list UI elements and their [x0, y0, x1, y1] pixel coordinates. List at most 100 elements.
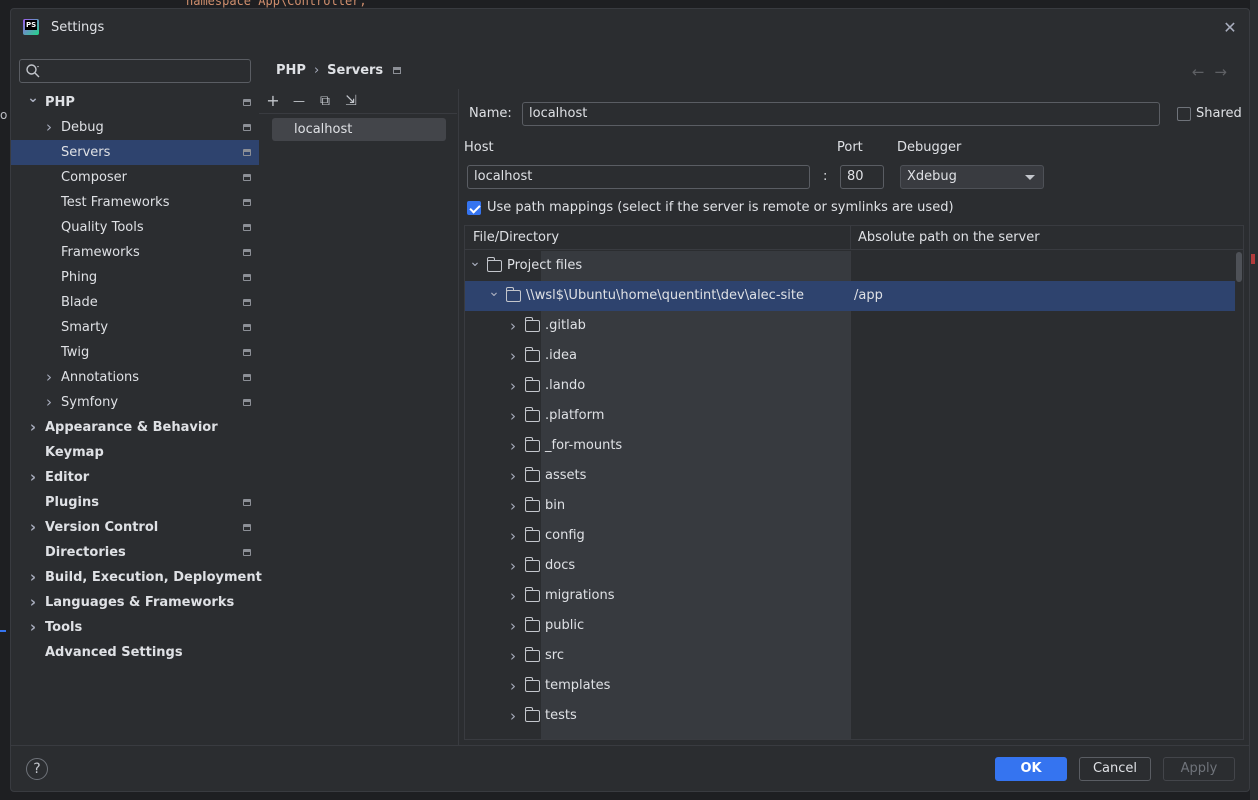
- settings-tree-item[interactable]: Servers: [11, 140, 259, 165]
- folder-icon: [524, 407, 540, 422]
- settings-search[interactable]: [19, 59, 251, 83]
- table-row[interactable]: ⌄ Project files: [465, 251, 1235, 281]
- column-server-path[interactable]: Absolute path on the server: [851, 226, 1040, 250]
- chevron-down-icon[interactable]: ⌄: [488, 277, 500, 307]
- close-icon[interactable]: ✕: [1221, 19, 1239, 37]
- chevron-right-icon[interactable]: ›: [43, 115, 55, 140]
- chevron-right-icon[interactable]: ›: [27, 465, 39, 490]
- chevron-right-icon[interactable]: ›: [507, 461, 519, 491]
- chevron-right-icon[interactable]: ›: [507, 431, 519, 461]
- table-row[interactable]: › templates: [465, 671, 1235, 701]
- settings-tree-item[interactable]: Smarty: [11, 315, 259, 340]
- table-row[interactable]: › src: [465, 641, 1235, 671]
- chevron-down-icon[interactable]: ⌄: [27, 86, 39, 111]
- settings-tree-label: Appearance & Behavior: [45, 420, 218, 435]
- port-field[interactable]: 80: [840, 165, 884, 189]
- help-button[interactable]: ?: [26, 758, 48, 780]
- settings-tree-item[interactable]: Quality Tools: [11, 215, 259, 240]
- server-item-localhost[interactable]: localhost: [272, 118, 446, 141]
- chevron-right-icon[interactable]: ›: [507, 671, 519, 701]
- table-row[interactable]: ⌄ \\wsl$\Ubuntu\home\quentint\dev\alec-si…: [465, 281, 1235, 311]
- search-input[interactable]: [44, 62, 244, 80]
- table-row[interactable]: › .gitlab: [465, 311, 1235, 341]
- chevron-right-icon[interactable]: ›: [507, 581, 519, 611]
- chevron-right-icon[interactable]: ›: [507, 341, 519, 371]
- add-icon[interactable]: +: [263, 91, 283, 111]
- table-row[interactable]: › .lando: [465, 371, 1235, 401]
- name-label: Name:: [469, 106, 512, 121]
- settings-tree-item[interactable]: Directories: [11, 540, 259, 565]
- chevron-right-icon[interactable]: ›: [507, 641, 519, 671]
- chevron-right-icon[interactable]: ›: [507, 611, 519, 641]
- back-arrow-icon[interactable]: ←: [1192, 63, 1205, 81]
- chevron-right-icon[interactable]: ›: [43, 365, 55, 390]
- folder-icon: [524, 497, 540, 512]
- chevron-right-icon[interactable]: ›: [27, 415, 39, 440]
- settings-tree-item[interactable]: Plugins: [11, 490, 259, 515]
- settings-tree-item[interactable]: Test Frameworks: [11, 190, 259, 215]
- chevron-right-icon[interactable]: ›: [27, 565, 39, 590]
- directory-name: tests: [545, 708, 577, 723]
- table-row[interactable]: › tests: [465, 701, 1235, 731]
- settings-tree-item[interactable]: ⌄ PHP: [11, 90, 259, 115]
- debugger-select[interactable]: Xdebug: [900, 165, 1044, 189]
- chevron-down-icon[interactable]: ⌄: [469, 247, 481, 277]
- settings-tree-item[interactable]: › Tools: [11, 615, 259, 640]
- remove-icon[interactable]: —: [289, 91, 309, 111]
- chevron-right-icon[interactable]: ›: [507, 491, 519, 521]
- table-row[interactable]: › _for-mounts: [465, 431, 1235, 461]
- import-icon[interactable]: ⇲: [341, 91, 361, 111]
- table-row[interactable]: › bin: [465, 491, 1235, 521]
- settings-tree-item[interactable]: › Editor: [11, 465, 259, 490]
- chevron-right-icon[interactable]: ›: [27, 615, 39, 640]
- settings-tree-item[interactable]: › Annotations: [11, 365, 259, 390]
- table-row[interactable]: › assets: [465, 461, 1235, 491]
- column-file-directory[interactable]: File/Directory: [465, 226, 851, 250]
- server-path-cell[interactable]: /app: [854, 281, 883, 311]
- chevron-right-icon[interactable]: ›: [27, 515, 39, 540]
- settings-tree-item[interactable]: › Debug: [11, 115, 259, 140]
- chevron-right-icon[interactable]: ›: [507, 521, 519, 551]
- table-row[interactable]: › .idea: [465, 341, 1235, 371]
- chevron-right-icon[interactable]: ›: [507, 311, 519, 341]
- table-row[interactable]: › config: [465, 521, 1235, 551]
- apply-button[interactable]: Apply: [1163, 757, 1235, 781]
- table-row[interactable]: › .platform: [465, 401, 1235, 431]
- chevron-right-icon[interactable]: ›: [507, 371, 519, 401]
- settings-tree-item[interactable]: › Symfony: [11, 390, 259, 415]
- settings-tree-item[interactable]: Phing: [11, 265, 259, 290]
- settings-tree-item[interactable]: Frameworks: [11, 240, 259, 265]
- chevron-right-icon[interactable]: ›: [27, 590, 39, 615]
- chevron-right-icon[interactable]: ›: [507, 401, 519, 431]
- settings-tree-item[interactable]: › Version Control: [11, 515, 259, 540]
- table-row[interactable]: › public: [465, 611, 1235, 641]
- cancel-button[interactable]: Cancel: [1079, 757, 1151, 781]
- chevron-right-icon[interactable]: ›: [507, 551, 519, 581]
- project-scope-icon: [243, 99, 251, 106]
- ok-button[interactable]: OK: [995, 757, 1067, 781]
- settings-tree-item[interactable]: Keymap: [11, 440, 259, 465]
- chevron-right-icon[interactable]: ›: [507, 701, 519, 731]
- settings-tree-label: Frameworks: [61, 245, 140, 260]
- chevron-right-icon[interactable]: ›: [43, 390, 55, 415]
- host-field[interactable]: localhost: [467, 165, 810, 189]
- name-field[interactable]: localhost: [522, 102, 1160, 126]
- breadcrumb-parent[interactable]: PHP: [276, 63, 306, 78]
- table-row[interactable]: › migrations: [465, 581, 1235, 611]
- settings-tree-item[interactable]: Blade: [11, 290, 259, 315]
- forward-arrow-icon[interactable]: →: [1214, 63, 1227, 81]
- shared-checkbox[interactable]: [1177, 107, 1191, 121]
- settings-tree-item[interactable]: › Appearance & Behavior: [11, 415, 259, 440]
- settings-tree-item[interactable]: › Build, Execution, Deployment: [11, 565, 262, 590]
- table-scrollbar[interactable]: [1236, 252, 1242, 282]
- table-row[interactable]: › docs: [465, 551, 1235, 581]
- settings-tree-item[interactable]: Twig: [11, 340, 259, 365]
- settings-tree-label: PHP: [45, 95, 75, 110]
- footer-divider: [11, 745, 1249, 746]
- copy-icon[interactable]: ⧉: [315, 91, 335, 111]
- settings-tree-item[interactable]: Advanced Settings: [11, 640, 259, 665]
- path-mappings-checkbox[interactable]: [467, 201, 481, 215]
- settings-tree-item[interactable]: › Languages & Frameworks: [11, 590, 259, 615]
- folder-icon: [524, 677, 540, 692]
- settings-tree-item[interactable]: Composer: [11, 165, 259, 190]
